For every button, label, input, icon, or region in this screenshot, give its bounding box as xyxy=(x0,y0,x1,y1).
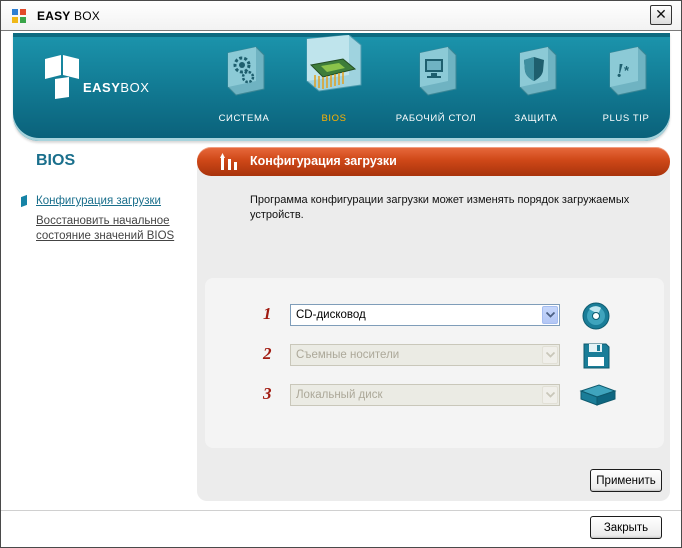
boot-device-select-1[interactable]: CD-дисковод xyxy=(290,304,560,326)
title-bar[interactable]: EASY BOX ✕ xyxy=(1,1,681,31)
sidebar-link-boot-config[interactable]: Конфигурация загрузки xyxy=(36,194,161,209)
sidebar-link-restore-bios[interactable]: Восстановить начальное состояние значени… xyxy=(36,214,196,244)
shield-icon xyxy=(519,46,557,96)
floppy-icon xyxy=(583,343,610,369)
gears-icon xyxy=(227,46,265,96)
footer-divider xyxy=(1,510,681,511)
window-close-button[interactable]: ✕ xyxy=(650,5,672,25)
boot-order-number: 2 xyxy=(263,344,272,363)
close-icon: ✕ xyxy=(655,7,667,23)
nav-label: РАБОЧИЙ СТОЛ xyxy=(395,113,477,124)
apply-button[interactable]: Применить xyxy=(590,469,662,492)
tip-icon: ! * xyxy=(609,46,647,96)
nav-label: СИСТЕМА xyxy=(218,113,270,124)
select-value: CD-дисковод xyxy=(296,309,366,321)
sidebar-title: BIOS xyxy=(36,152,76,169)
boot-device-select-2[interactable]: Съемные носители xyxy=(290,344,560,366)
app-window: EASY BOX ✕ EASYBOX СИСТЕМА BIOS РАБОЧИЙ … xyxy=(0,0,682,548)
hard-disk-icon xyxy=(579,384,617,406)
brand-name: EASYBOX xyxy=(83,80,150,95)
panel-title: Конфигурация загрузки xyxy=(250,154,397,168)
boot-order-number: 3 xyxy=(263,384,272,403)
chevron-down-icon[interactable] xyxy=(542,306,558,324)
sort-order-icon xyxy=(220,153,237,170)
nav-item-plus-tip[interactable]: ! * PLUS TIP xyxy=(581,33,670,139)
cd-icon xyxy=(582,302,610,330)
nav-item-desktop[interactable]: РАБОЧИЙ СТОЛ xyxy=(381,33,491,139)
select-value: Локальный диск xyxy=(296,389,383,401)
nav-label: PLUS TIP xyxy=(602,113,650,124)
panel-header: Конфигурация загрузки xyxy=(197,147,670,176)
nav-label: ЗАЩИТА xyxy=(514,113,558,124)
select-value: Съемные носители xyxy=(296,349,400,361)
svg-text:!: ! xyxy=(616,60,624,82)
window-title: EASY BOX xyxy=(37,9,100,23)
boot-order-number: 1 xyxy=(263,304,272,323)
nav-label: BIOS xyxy=(321,113,347,124)
chip-icon xyxy=(306,35,362,92)
nav-item-system[interactable]: СИСТЕМА xyxy=(199,33,289,139)
nav-item-bios[interactable]: BIOS xyxy=(289,33,379,139)
monitor-icon xyxy=(419,46,457,96)
header-banner: EASYBOX СИСТЕМА BIOS РАБОЧИЙ СТОЛ ЗАЩИТА… xyxy=(13,33,670,141)
chevron-down-icon[interactable] xyxy=(542,386,558,404)
panel-description: Программа конфигурации загрузки может из… xyxy=(250,194,630,221)
active-marker-icon xyxy=(21,194,27,208)
app-logo-icon xyxy=(12,9,26,23)
boot-device-select-3[interactable]: Локальный диск xyxy=(290,384,560,406)
chevron-down-icon[interactable] xyxy=(542,346,558,364)
nav-item-security[interactable]: ЗАЩИТА xyxy=(491,33,581,139)
close-button[interactable]: Закрыть xyxy=(590,516,662,539)
